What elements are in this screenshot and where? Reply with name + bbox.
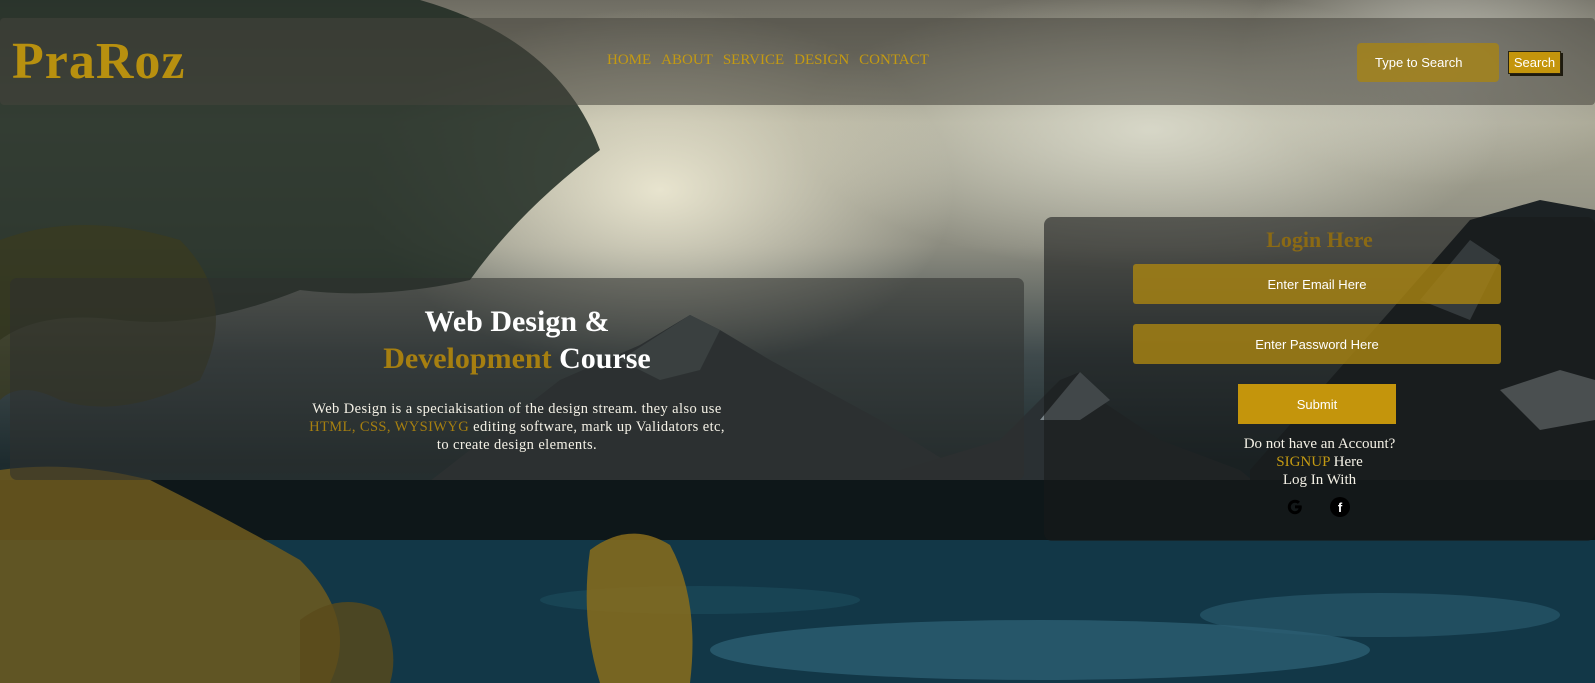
no-account-text: Do not have an Account?	[1243, 436, 1396, 452]
email-field[interactable]	[1133, 264, 1501, 304]
nav-contact[interactable]: CONTACT	[859, 52, 929, 69]
main-nav: HOME ABOUT SERVICE DESIGN CONTACT	[607, 52, 939, 69]
nav-about[interactable]: ABOUT	[661, 52, 713, 69]
login-with-text: Log In With	[1282, 472, 1357, 488]
course-card: Web Design & Development Course Web Desi…	[10, 278, 1024, 480]
google-icon[interactable]	[1285, 497, 1305, 517]
nav-service[interactable]: SERVICE	[723, 52, 784, 69]
course-desc-highlight: HTML, CSS, WYSIWYG	[309, 419, 470, 435]
search-input[interactable]	[1357, 43, 1499, 82]
nav-design[interactable]: DESIGN	[794, 52, 849, 69]
signup-line: SIGNUP Here	[1044, 453, 1595, 471]
facebook-icon[interactable]: f	[1330, 497, 1350, 517]
course-desc-line2: editing software, mark up Validators etc…	[469, 419, 725, 435]
course-title-line1: Web Design &	[424, 305, 610, 338]
course-title: Web Design & Development Course	[10, 303, 1024, 377]
nav-home[interactable]: HOME	[607, 52, 651, 69]
search-button[interactable]: Search	[1508, 51, 1561, 74]
signup-link[interactable]: SIGNUP	[1276, 454, 1330, 470]
course-title-rest: Course	[551, 342, 651, 375]
course-title-highlight: Development	[383, 342, 552, 375]
password-field[interactable]	[1133, 324, 1501, 364]
site-header: PraRoz HOME ABOUT SERVICE DESIGN CONTACT…	[0, 18, 1595, 105]
course-description: Web Design is a speciakisation of the de…	[10, 400, 1024, 454]
login-form: Login Here Submit Do not have an Account…	[1044, 217, 1595, 541]
login-title: Login Here	[1266, 227, 1373, 252]
submit-button[interactable]: Submit	[1238, 384, 1396, 424]
course-desc-line1: Web Design is a speciakisation of the de…	[312, 401, 722, 417]
signup-suffix: Here	[1329, 454, 1363, 470]
site-logo[interactable]: PraRoz	[12, 32, 185, 92]
course-desc-line3: to create design elements.	[436, 437, 598, 453]
